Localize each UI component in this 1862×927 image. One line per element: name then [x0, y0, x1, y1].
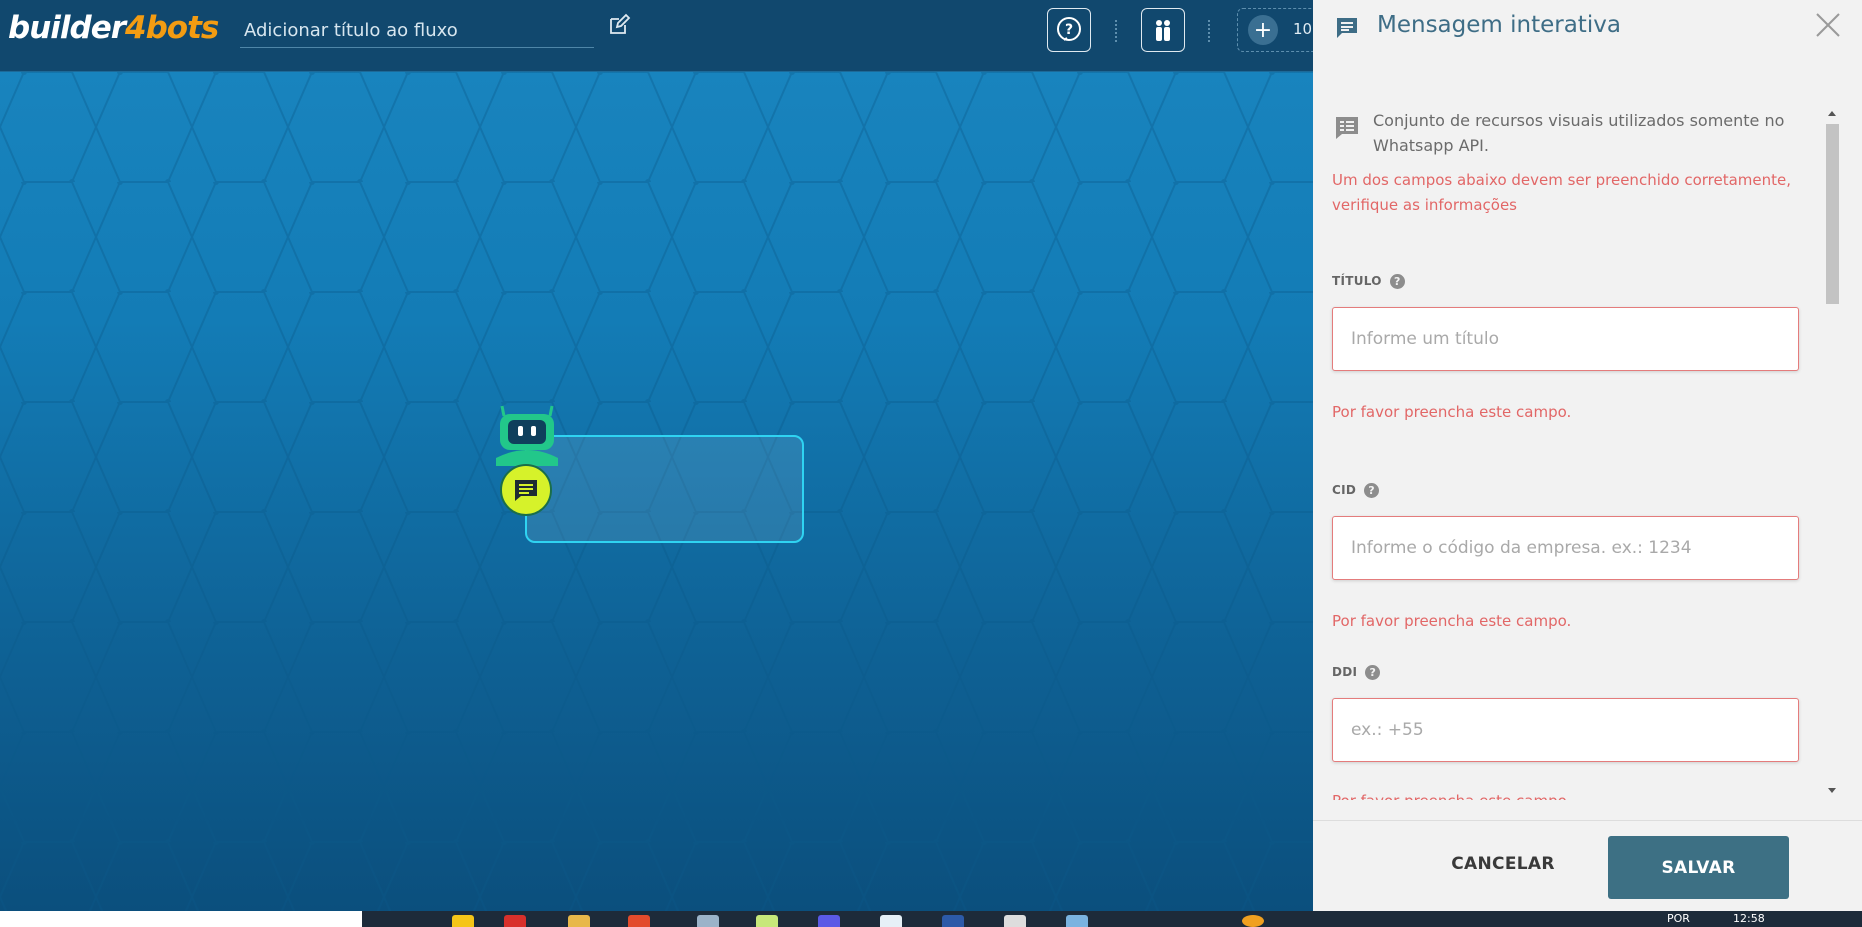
description-icon — [1336, 117, 1358, 139]
taskbar-app-icon[interactable] — [942, 915, 964, 927]
scroll-down-arrow-icon[interactable] — [1827, 785, 1837, 795]
message-icon — [1337, 18, 1357, 38]
title-label-text: TÍTULO — [1332, 274, 1382, 288]
title-error: Por favor preencha este campo. — [1332, 403, 1572, 421]
cid-error: Por favor preencha este campo. — [1332, 612, 1572, 630]
help-tooltip-icon[interactable]: ? — [1389, 274, 1405, 289]
help-tooltip-icon[interactable]: ? — [1364, 483, 1380, 498]
logo-text-4bots: 4bots — [125, 10, 219, 46]
taskbar-app-icon[interactable] — [818, 915, 840, 927]
side-panel: Mensagem interativa Conjunto de recursos… — [1313, 0, 1862, 911]
ddi-label-text: DDI — [1332, 665, 1358, 679]
zoom-in-button[interactable]: + — [1248, 15, 1278, 45]
validation-warning: Um dos campos abaixo devem ser preenchid… — [1332, 171, 1792, 214]
divider — [1115, 20, 1117, 42]
app-logo[interactable]: builder4bots — [8, 10, 219, 46]
flow-title-input[interactable]: Adicionar título ao fluxo — [240, 14, 594, 48]
cid-input[interactable] — [1332, 516, 1799, 580]
taskbar-app-icon[interactable] — [452, 915, 474, 927]
taskbar-app-icon[interactable] — [1242, 915, 1264, 927]
taskbar-language[interactable]: POR — [1667, 912, 1690, 925]
help-tooltip-icon[interactable]: ? — [1365, 665, 1381, 680]
panel-description: Conjunto de recursos visuais utilizados … — [1373, 111, 1785, 155]
taskbar-app-icon[interactable] — [697, 915, 719, 927]
ddi-error: Por favor preencha este campo. — [1332, 792, 1571, 800]
plus-icon: + — [1253, 17, 1273, 43]
panel-title: Mensagem interativa — [1377, 12, 1621, 38]
edit-icon[interactable] — [607, 13, 631, 37]
scrollbar-thumb[interactable] — [1826, 124, 1839, 304]
flow-node-card[interactable] — [525, 435, 804, 543]
taskbar-search[interactable] — [0, 911, 362, 927]
logo-text-builder: builder — [8, 10, 126, 46]
title-field-label: TÍTULO? — [1332, 274, 1405, 289]
folder-icon[interactable] — [568, 915, 590, 927]
divider — [1208, 20, 1210, 42]
flow-canvas[interactable] — [0, 0, 1313, 911]
taskbar-app-icon[interactable] — [1004, 915, 1026, 927]
panel-body: Conjunto de recursos visuais utilizados … — [1313, 100, 1862, 800]
help-button[interactable]: ? — [1047, 8, 1091, 52]
panel-footer: CANCELAR SALVAR — [1313, 820, 1862, 911]
help-icon: ? — [1057, 17, 1081, 41]
taskbar-clock[interactable]: 12:58 — [1733, 912, 1765, 925]
chat-icon — [515, 480, 537, 501]
save-button[interactable]: SALVAR — [1608, 836, 1789, 899]
cid-field-label: CID? — [1332, 483, 1380, 498]
close-icon[interactable] — [1814, 11, 1842, 39]
robot-icon — [496, 405, 558, 466]
taskbar-app-icon[interactable] — [756, 915, 778, 927]
scroll-up-arrow-icon[interactable] — [1827, 109, 1837, 119]
ddi-input[interactable] — [1332, 698, 1799, 762]
users-icon — [1156, 20, 1170, 41]
svg-text:?: ? — [1065, 22, 1073, 38]
chrome-icon[interactable] — [628, 915, 650, 927]
panel-header: Mensagem interativa — [1313, 0, 1862, 60]
taskbar-app-icon[interactable] — [1066, 915, 1088, 927]
os-taskbar: POR 12:58 — [0, 911, 1862, 927]
users-button[interactable] — [1141, 8, 1185, 52]
taskbar-app-icon[interactable] — [504, 915, 526, 927]
taskbar-app-icon[interactable] — [880, 915, 902, 927]
message-node-icon[interactable] — [500, 464, 552, 516]
cid-label-text: CID — [1332, 483, 1357, 497]
title-input[interactable] — [1332, 307, 1799, 371]
top-bar: builder4bots Adicionar título ao fluxo ?… — [0, 0, 1337, 72]
cancel-button[interactable]: CANCELAR — [1428, 839, 1578, 889]
ddi-field-label: DDI? — [1332, 665, 1381, 680]
